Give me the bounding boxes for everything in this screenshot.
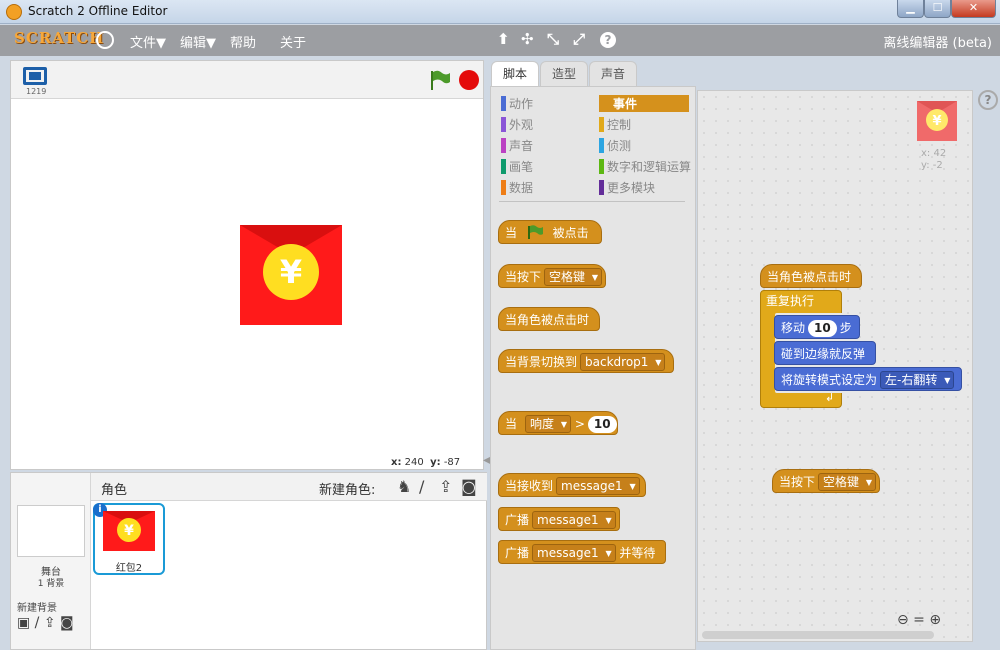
offline-editor-label: 离线编辑器 (beta)	[883, 36, 992, 51]
version-label: 1219	[26, 87, 47, 96]
message-dropdown[interactable]: message1	[556, 477, 640, 495]
category-data[interactable]: 数据	[501, 179, 533, 196]
green-flag-icon[interactable]	[429, 69, 451, 91]
menu-file[interactable]: 文件▼	[130, 32, 166, 51]
script-hat-sprite-clicked[interactable]: 当角色被点击时	[760, 264, 862, 288]
sprite-name: 红包2	[115, 563, 143, 574]
block-when-key-pressed[interactable]: 当按下 空格键	[498, 264, 606, 288]
broadcast-wait-dropdown[interactable]: message1	[532, 544, 616, 562]
minimize-button[interactable]: ▁	[897, 0, 924, 18]
sprite-thumbnail: ¥	[103, 511, 155, 551]
tab-costumes[interactable]: 造型	[540, 61, 588, 86]
close-button[interactable]: ✕	[951, 0, 996, 18]
sprite-card-red-envelope[interactable]: i ¥ 红包2	[93, 503, 165, 575]
category-sensing[interactable]: 侦测	[599, 137, 631, 154]
move-steps-value[interactable]: 10	[808, 320, 837, 337]
stage-thumbnail[interactable]	[17, 505, 85, 557]
tab-sounds[interactable]: 声音	[589, 61, 637, 86]
script-hat-key-pressed[interactable]: 当按下 空格键	[772, 469, 880, 493]
grow-icon[interactable]: ⤡	[547, 30, 559, 48]
new-sprite-label: 新建角色:	[319, 483, 376, 498]
menu-help[interactable]: 帮助	[230, 32, 256, 51]
language-globe-icon[interactable]	[96, 31, 114, 49]
key-dropdown[interactable]: 空格键	[544, 268, 603, 286]
category-pen[interactable]: 画笔	[501, 158, 533, 175]
forever-label: 重复执行	[766, 294, 815, 308]
block-help-icon[interactable]: ?	[600, 32, 616, 48]
block-when-flag-clicked[interactable]: 当 被点击	[498, 220, 602, 244]
script-bounce-on-edge[interactable]: 碰到边缘就反弹	[774, 341, 876, 365]
stage-selector: 舞台 1 背景 新建背景 ▣ / ⇪ ◙	[11, 473, 91, 649]
category-looks[interactable]: 外观	[501, 116, 533, 133]
stop-sign-icon[interactable]	[459, 70, 479, 90]
category-more-blocks[interactable]: 更多模块	[599, 179, 655, 196]
category-events[interactable]: 事件	[599, 95, 689, 112]
menu-edit[interactable]: 编辑▼	[180, 32, 216, 51]
stage-panel: 1219 ¥ x: 240 y: -87	[10, 60, 484, 470]
new-backdrop-label: 新建背景	[17, 603, 57, 614]
block-when-loudness[interactable]: 当响度 >10	[498, 411, 618, 435]
red-envelope-sprite[interactable]: ¥	[240, 225, 342, 325]
category-control[interactable]: 控制	[599, 116, 631, 133]
sprites-label: 角色	[101, 483, 128, 498]
current-sprite-thumbnail: ¥	[917, 101, 957, 141]
stage-header: 1219	[11, 61, 483, 99]
delete-scissors-icon[interactable]: ✣	[521, 30, 534, 48]
sprite-library-icon[interactable]: ♞	[397, 477, 411, 496]
script-move-steps[interactable]: 移动 10 步	[774, 315, 860, 339]
green-flag-icon	[527, 225, 543, 239]
svg-text:¥: ¥	[932, 114, 941, 129]
block-when-sprite-clicked[interactable]: 当角色被点击时	[498, 307, 600, 331]
scratch-cat-icon	[6, 4, 22, 20]
category-sound[interactable]: 声音	[501, 137, 533, 154]
stage-canvas[interactable]: ¥	[11, 99, 483, 455]
maximize-button[interactable]: ☐	[924, 0, 951, 18]
scratch-logo[interactable]: SCRATCH	[14, 29, 104, 47]
block-broadcast-and-wait[interactable]: 广播message1 并等待	[498, 540, 666, 564]
window-titlebar: Scratch 2 Offline Editor ▁ ☐ ✕	[0, 0, 1000, 24]
block-broadcast[interactable]: 广播 message1	[498, 507, 620, 531]
presentation-mode-icon[interactable]	[23, 67, 47, 85]
script-key-dropdown[interactable]: 空格键	[818, 473, 877, 491]
menu-bar: SCRATCH 文件▼ 编辑▼ 帮助 关于 ⬆ ✣ ⤡ ⤢ ? 离线编辑器 (b…	[0, 25, 1000, 56]
script-set-rotation-style[interactable]: 将旋转模式设定为 左-右翻转	[774, 367, 962, 391]
help-icon[interactable]: ?	[978, 90, 998, 110]
duplicate-stamp-icon[interactable]: ⬆	[497, 30, 510, 48]
loudness-value[interactable]: 10	[587, 416, 617, 433]
window-title: Scratch 2 Offline Editor	[28, 4, 168, 18]
loop-arrow-icon: ↲	[825, 391, 835, 404]
shrink-icon[interactable]: ⤢	[573, 30, 585, 48]
block-when-backdrop-switches[interactable]: 当背景切换到 backdrop1	[498, 349, 674, 373]
category-motion[interactable]: 动作	[501, 95, 533, 112]
horizontal-scrollbar[interactable]	[702, 631, 934, 639]
sprites-header: 角色 新建角色: ♞ / ⇪ ◙	[91, 473, 487, 501]
yuan-symbol: ¥	[280, 253, 302, 291]
mouse-coordinates: x: 240 y: -87	[391, 457, 461, 468]
zoom-controls[interactable]: ⊖ = ⊕	[897, 612, 941, 628]
menu-about[interactable]: 关于	[280, 32, 306, 51]
category-operators[interactable]: 数字和逻辑运算	[599, 158, 691, 175]
tab-scripts[interactable]: 脚本	[491, 61, 539, 86]
camera-sprite-icon[interactable]: ◙	[461, 477, 477, 496]
rotation-style-dropdown[interactable]: 左-右翻转	[880, 371, 955, 389]
new-backdrop-icons[interactable]: ▣ / ⇪ ◙	[17, 615, 74, 631]
svg-text:¥: ¥	[124, 523, 134, 539]
block-when-i-receive[interactable]: 当接收到 message1	[498, 473, 646, 497]
backdrop-dropdown[interactable]: backdrop1	[580, 353, 666, 371]
paint-sprite-icon[interactable]: /	[419, 477, 424, 496]
broadcast-dropdown[interactable]: message1	[532, 511, 616, 529]
backdrop-count: 1 背景	[37, 579, 65, 589]
palette-divider	[499, 201, 685, 202]
upload-sprite-icon[interactable]: ⇪	[439, 477, 452, 496]
sprite-panel: 舞台 1 背景 新建背景 ▣ / ⇪ ◙ 角色 新建角色: ♞ / ⇪ ◙ i …	[10, 472, 487, 650]
sprite-position: x: 42 y: -2	[921, 148, 947, 171]
sensor-dropdown[interactable]: 响度	[525, 415, 572, 433]
